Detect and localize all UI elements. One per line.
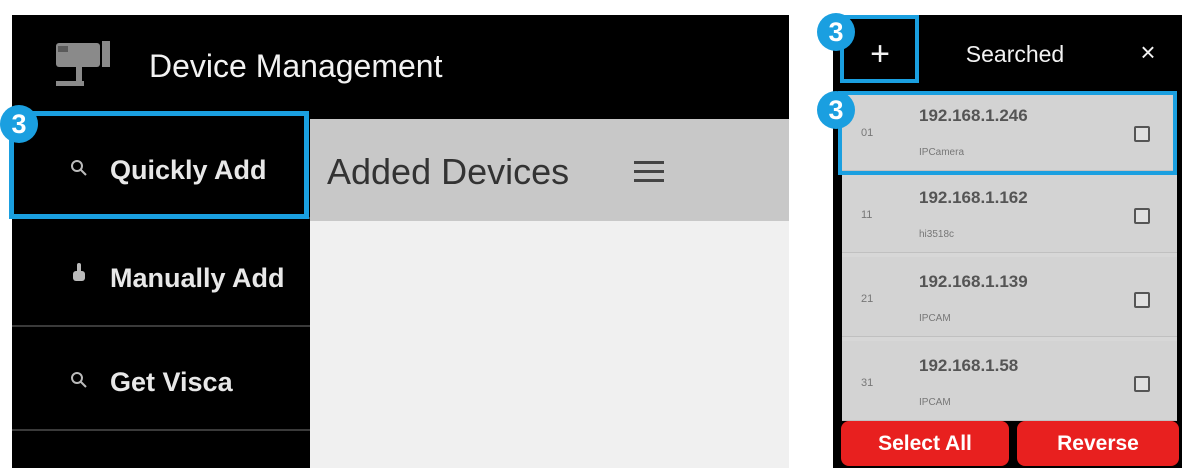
device-ip: 192.168.1.58 bbox=[919, 356, 1019, 375]
device-name: IPCAM bbox=[919, 397, 951, 408]
sidebar-item-label: Manually Add bbox=[110, 263, 285, 293]
added-devices-header: Added Devices bbox=[310, 119, 789, 221]
hamburger-menu-icon[interactable] bbox=[634, 161, 664, 183]
app-header: Device Management bbox=[12, 15, 789, 115]
step-badge: 3 bbox=[817, 91, 855, 129]
list-item[interactable]: 31 192.168.1.58 IPCAM bbox=[842, 341, 1177, 421]
device-checkbox[interactable] bbox=[1134, 292, 1150, 308]
device-index: 21 bbox=[861, 293, 874, 305]
device-checkbox[interactable] bbox=[1134, 376, 1150, 392]
device-ip: 192.168.1.139 bbox=[919, 272, 1028, 291]
search-icon bbox=[71, 372, 87, 388]
list-item[interactable]: 11 192.168.1.162 hi3518c bbox=[842, 173, 1177, 253]
device-name: IPCAM bbox=[919, 313, 951, 324]
sidebar-item-get-visca[interactable]: Get Visca bbox=[12, 327, 310, 431]
device-ip: 192.168.1.162 bbox=[919, 188, 1028, 207]
quickly-add-highlight bbox=[9, 111, 309, 219]
added-devices-list bbox=[310, 221, 789, 468]
step-badge: 3 bbox=[817, 13, 855, 51]
camera-icon bbox=[56, 41, 110, 86]
step-badge: 3 bbox=[0, 105, 38, 143]
sidebar-item-manually-add[interactable]: Manually Add bbox=[12, 223, 310, 327]
searched-title: Searched bbox=[965, 41, 1065, 67]
hand-pointer-icon bbox=[73, 263, 85, 281]
added-devices-title: Added Devices bbox=[327, 151, 570, 192]
sidebar-item-label: Get Visca bbox=[110, 367, 233, 397]
page-title: Device Management bbox=[149, 48, 443, 84]
device-name: hi3518c bbox=[919, 229, 955, 240]
device-management-panel: Device Management Quickly Add Manually A… bbox=[12, 15, 789, 468]
reverse-button[interactable]: Reverse bbox=[1017, 421, 1179, 466]
device-index: 31 bbox=[861, 377, 874, 389]
device-checkbox[interactable] bbox=[1134, 208, 1150, 224]
select-all-button[interactable]: Select All bbox=[841, 421, 1009, 466]
list-item[interactable]: 21 192.168.1.139 IPCAM bbox=[842, 257, 1177, 337]
device-index: 11 bbox=[861, 209, 873, 221]
first-device-highlight bbox=[838, 91, 1177, 175]
close-icon[interactable]: × bbox=[1133, 37, 1163, 67]
